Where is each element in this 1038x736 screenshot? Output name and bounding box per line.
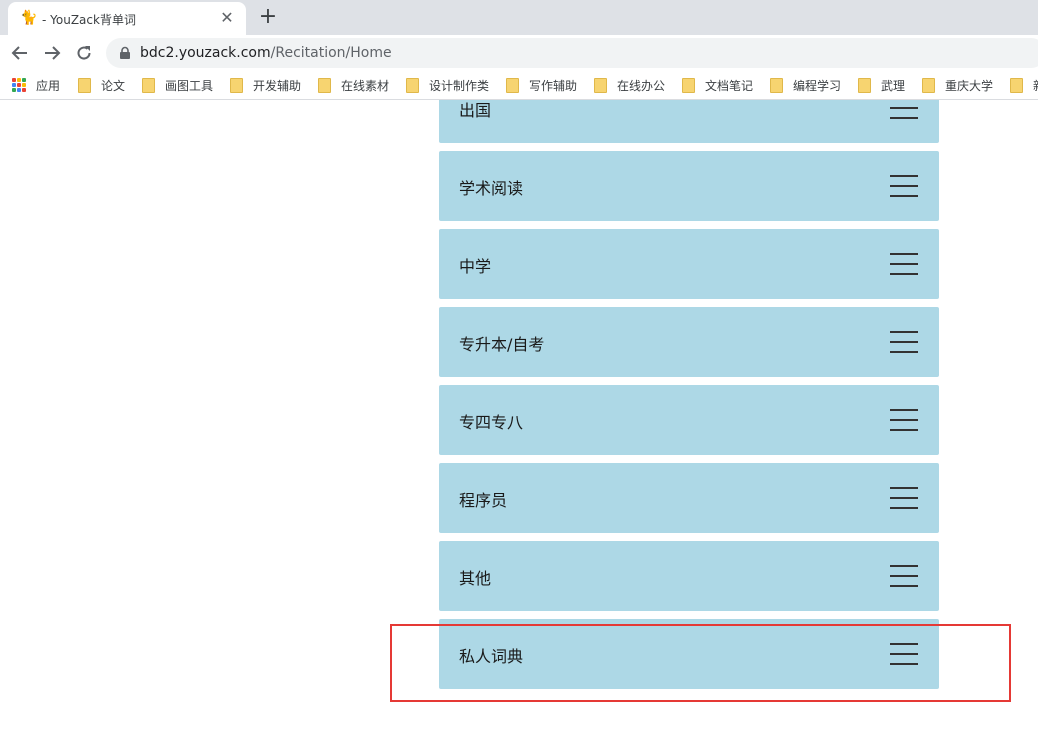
bookmark-folder[interactable]: 开发辅助 xyxy=(230,76,301,94)
category-item[interactable]: 程序员 xyxy=(439,463,939,533)
folder-icon xyxy=(682,77,695,93)
category-label: 其他 xyxy=(459,569,492,588)
apps-icon xyxy=(12,78,26,92)
hamburger-menu-icon[interactable] xyxy=(890,409,918,431)
bookmark-label: 重庆大学 xyxy=(945,78,994,93)
url-path: /Recitation/Home xyxy=(270,45,392,61)
bookmarks-bar: 应用 论文 画图工具 开发辅助 在线素材 设计制作类 写作辅助 在线办公 文档笔… xyxy=(0,71,1038,100)
tab-title: - YouZack背单词 xyxy=(42,13,136,27)
folder-icon xyxy=(858,77,871,93)
folder-icon xyxy=(142,77,155,93)
bookmark-apps[interactable]: 应用 xyxy=(12,76,60,94)
bookmark-label: 开发辅助 xyxy=(253,78,302,93)
bookmark-folder[interactable]: 设计制作类 xyxy=(406,76,489,94)
url-text: bdc2.youzack.com/Recitation/Home xyxy=(140,45,392,61)
category-item[interactable]: 专四专八 xyxy=(439,385,939,455)
bookmark-folder[interactable]: 写作辅助 xyxy=(506,76,577,94)
bookmark-folder[interactable]: 武理 xyxy=(858,76,905,94)
bookmark-folder[interactable]: 文档笔记 xyxy=(682,76,753,94)
back-button[interactable] xyxy=(6,39,34,67)
highlight-annotation-box xyxy=(390,624,1011,702)
category-label: 专四专八 xyxy=(459,413,524,432)
category-label: 程序员 xyxy=(459,491,508,510)
reload-button[interactable] xyxy=(70,39,98,67)
bookmark-label: 武理 xyxy=(881,78,906,93)
folder-icon xyxy=(318,77,331,93)
bookmark-folder[interactable]: 重庆大学 xyxy=(922,76,993,94)
category-item[interactable]: 其他 xyxy=(439,541,939,611)
folder-icon xyxy=(594,77,607,93)
category-label: 出国 xyxy=(459,101,492,120)
category-label: 中学 xyxy=(459,257,492,276)
bookmark-folder[interactable]: 画图工具 xyxy=(142,76,213,94)
bookmark-label: 在线素材 xyxy=(341,78,390,93)
bookmark-folder[interactable]: 编程学习 xyxy=(770,76,841,94)
bookmark-label: 论文 xyxy=(101,78,126,93)
bookmark-folder[interactable]: 新 xyxy=(1010,76,1038,94)
bookmark-folder[interactable]: 在线素材 xyxy=(318,76,389,94)
bookmark-label: 应用 xyxy=(36,78,61,93)
hamburger-menu-icon[interactable] xyxy=(890,487,918,509)
browser-toolbar: bdc2.youzack.com/Recitation/Home xyxy=(0,35,1038,71)
category-item[interactable]: 出国 xyxy=(439,100,939,143)
reload-icon xyxy=(77,46,91,60)
category-label: 学术阅读 xyxy=(459,179,524,198)
category-item[interactable]: 专升本/自考 xyxy=(439,307,939,377)
bookmark-label: 设计制作类 xyxy=(429,78,490,93)
hamburger-menu-icon[interactable] xyxy=(890,331,918,353)
new-tab-button[interactable]: + xyxy=(258,6,278,28)
close-icon[interactable]: ✕ xyxy=(218,9,236,27)
hamburger-menu-icon[interactable] xyxy=(890,565,918,587)
folder-icon xyxy=(506,77,519,93)
url-host: bdc2.youzack.com xyxy=(140,45,271,61)
browser-tab[interactable]: 🐈 - YouZack背单词 ✕ xyxy=(8,2,246,35)
hamburger-menu-icon[interactable] xyxy=(890,253,918,275)
bookmark-label: 编程学习 xyxy=(793,78,842,93)
folder-icon xyxy=(1010,77,1023,93)
category-item[interactable]: 学术阅读 xyxy=(439,151,939,221)
category-label: 专升本/自考 xyxy=(459,335,545,354)
folder-icon xyxy=(230,77,243,93)
folder-icon xyxy=(770,77,783,93)
folder-icon xyxy=(78,77,91,93)
bookmark-folder[interactable]: 在线办公 xyxy=(594,76,665,94)
bookmark-label: 在线办公 xyxy=(617,78,666,93)
category-item[interactable]: 中学 xyxy=(439,229,939,299)
cat-icon: 🐈 xyxy=(20,10,38,26)
bookmark-label: 文档笔记 xyxy=(705,78,754,93)
back-arrow-icon xyxy=(11,46,27,60)
bookmark-folder[interactable]: 论文 xyxy=(78,76,125,94)
folder-icon xyxy=(406,77,419,93)
lock-icon xyxy=(120,46,130,59)
tab-strip: 🐈 - YouZack背单词 ✕ + xyxy=(0,0,1038,35)
forward-button[interactable] xyxy=(38,39,66,67)
folder-icon xyxy=(922,77,935,93)
bookmark-label: 写作辅助 xyxy=(529,78,578,93)
bookmark-label: 新 xyxy=(1033,77,1038,94)
address-bar[interactable]: bdc2.youzack.com/Recitation/Home xyxy=(106,38,1038,68)
forward-arrow-icon xyxy=(45,46,61,60)
hamburger-menu-icon[interactable] xyxy=(890,175,918,197)
hamburger-menu-icon[interactable] xyxy=(890,100,918,119)
bookmark-label: 画图工具 xyxy=(165,78,214,93)
